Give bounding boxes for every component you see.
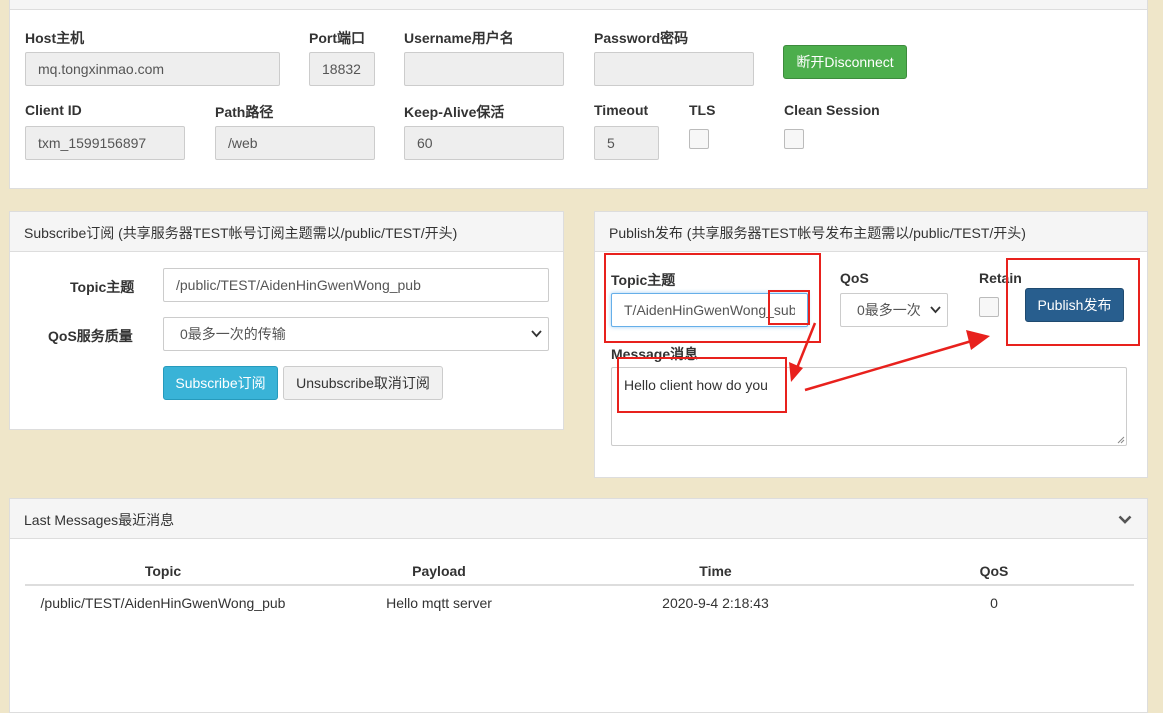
annotation-arrow-icon — [789, 322, 990, 392]
